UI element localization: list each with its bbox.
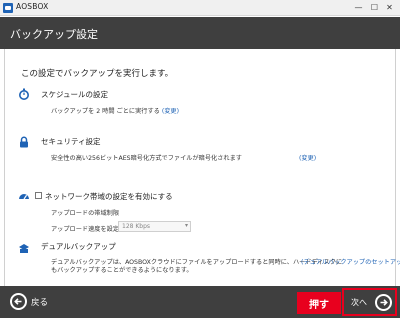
bandwidth-title: ネットワーク帯域の設定を有効にする [45, 192, 173, 201]
backup-stack-icon [19, 244, 29, 253]
arrow-left-circle-icon[interactable] [10, 293, 27, 310]
app-title: AOSBOX [16, 2, 49, 11]
minimize-button[interactable]: — [353, 2, 364, 13]
upload-speed-label: アップロード速度を設定 [51, 226, 120, 233]
upload-speed-value: 128 Kbps [122, 223, 151, 230]
schedule-row: バックアップを 2 時間 ごとに実行する (変更) [51, 106, 179, 115]
page-title: バックアップ設定 [10, 28, 98, 41]
security-title: セキュリティ設定 [41, 137, 101, 146]
dual-backup-setup-link[interactable]: (デュアルバックアップのセットアップ) [301, 257, 400, 266]
intro-text: この設定でバックアップを実行します。 [21, 69, 174, 79]
back-button[interactable]: 戻る [31, 296, 48, 308]
security-text: 安全性の高い256ビットAES暗号化方式でファイルが暗号化されます [51, 155, 242, 162]
upload-speed-select[interactable]: 128 Kbps ▾ [118, 221, 191, 232]
dual-backup-title: デュアルバックアップ [41, 242, 116, 251]
schedule-title: スケジュールの設定 [41, 90, 108, 99]
push-callout: 押す [297, 292, 341, 314]
bandwidth-checkbox[interactable] [35, 192, 42, 199]
schedule-text: バックアップを 2 時間 ごとに実行する [51, 108, 160, 115]
speedometer-icon [19, 194, 29, 200]
maximize-button[interactable]: ☐ [369, 2, 380, 13]
security-change-link[interactable]: (変更) [299, 153, 316, 162]
bandwidth-subtitle: アップロードの帯域制限 [51, 210, 120, 217]
next-button-label: 次へ [351, 298, 367, 307]
aosbox-logo-icon [3, 3, 13, 13]
close-button[interactable]: ✕ [384, 2, 395, 13]
push-callout-label: 押す [309, 300, 329, 311]
lock-icon [20, 136, 28, 148]
window-titlebar: AOSBOX — ☐ ✕ [0, 0, 400, 16]
next-button[interactable]: 次へ [342, 288, 397, 316]
page-header: バックアップ設定 [0, 17, 400, 49]
stopwatch-icon [19, 88, 29, 100]
arrow-right-circle-icon [375, 294, 392, 311]
schedule-change-link[interactable]: (変更) [162, 108, 179, 115]
settings-content: この設定でバックアップを実行します。 スケジュールの設定 バックアップを 2 時… [4, 49, 400, 286]
dual-backup-text-2: もバックアップすることができるようになります。 [51, 267, 193, 274]
chevron-down-icon: ▾ [184, 222, 188, 229]
